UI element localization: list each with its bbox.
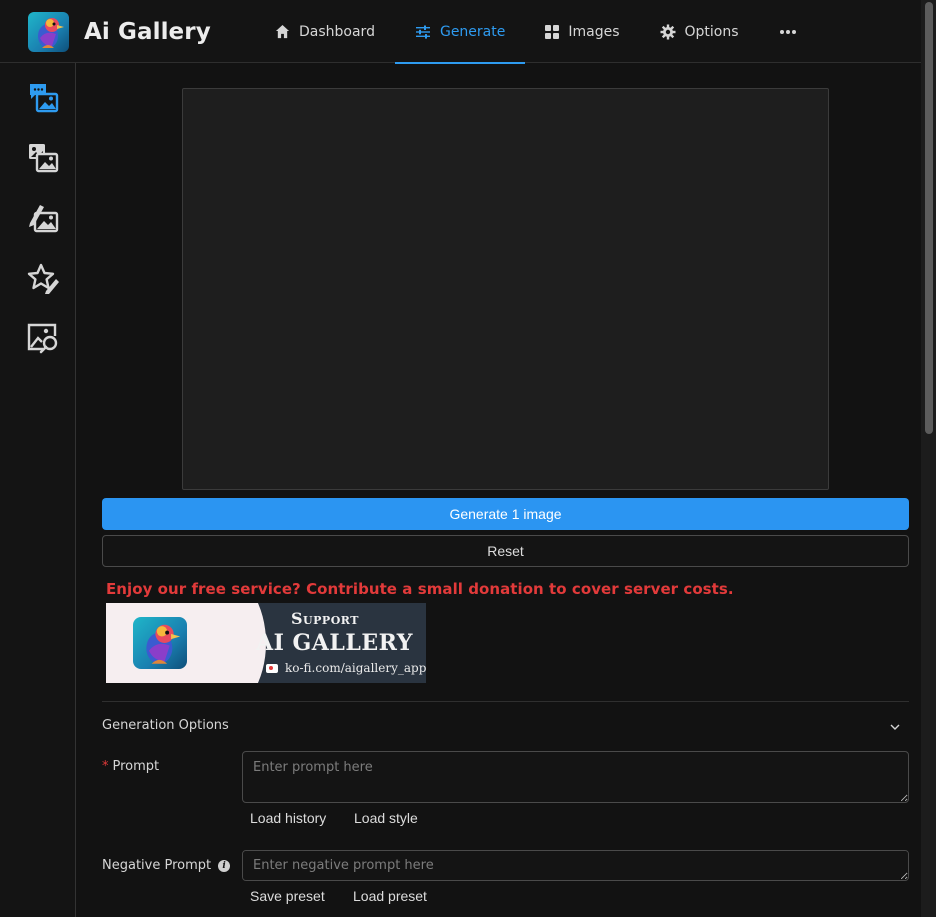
image-preview [182, 88, 829, 490]
load-preset-button[interactable]: Load preset [353, 888, 427, 904]
load-style-button[interactable]: Load style [354, 810, 418, 826]
sidebar-item-image-search[interactable] [26, 321, 60, 355]
banner-url-text: ko-fi.com/aigallery_app [285, 661, 426, 675]
generate-button[interactable]: Generate 1 image [102, 498, 909, 530]
prompt-label-text: Prompt [112, 759, 160, 774]
banner-logo [133, 617, 187, 669]
negative-prompt-label: Negative Prompt i [102, 858, 231, 873]
image-to-image-icon [29, 144, 59, 173]
top-header: Ai Gallery Dashboard Generate Images Opt… [0, 0, 921, 64]
banner-title: AI GALLERY [256, 630, 413, 656]
reset-button[interactable]: Reset [102, 535, 909, 567]
main-nav: Dashboard Generate Images Options [255, 0, 826, 64]
nav-images-label: Images [568, 23, 620, 40]
nav-more[interactable] [759, 0, 826, 63]
prompt-input[interactable] [242, 751, 909, 803]
nav-dashboard-label: Dashboard [299, 23, 375, 40]
save-preset-button[interactable]: Save preset [250, 888, 325, 904]
gear-icon [660, 24, 675, 39]
sidebar-item-image-edit[interactable] [26, 201, 60, 235]
more-horizontal-icon [779, 29, 796, 34]
nav-dashboard[interactable]: Dashboard [255, 0, 395, 63]
sidebar-item-text-to-image[interactable] [26, 81, 60, 115]
sliders-icon [415, 25, 430, 39]
sidebar-item-image-to-image[interactable] [26, 141, 60, 175]
kofi-cup-icon [266, 663, 278, 673]
banner-url: ko-fi.com/aigallery_app [266, 661, 426, 675]
image-search-icon [27, 323, 58, 354]
generation-options-title[interactable]: Generation Options [102, 718, 229, 733]
banner-support-text: Support [291, 609, 359, 628]
load-history-button[interactable]: Load history [250, 810, 326, 826]
image-edit-icon [29, 205, 59, 233]
home-icon [275, 24, 290, 39]
negative-prompt-input[interactable] [242, 850, 909, 881]
section-divider [102, 701, 909, 702]
app-title: Ai Gallery [84, 19, 211, 45]
app-logo [28, 12, 69, 52]
sidebar-item-favorites[interactable] [26, 261, 60, 295]
nav-images[interactable]: Images [525, 0, 639, 63]
banner-curve [176, 603, 266, 683]
nav-options[interactable]: Options [640, 0, 759, 63]
negative-prompt-label-text: Negative Prompt [102, 858, 212, 873]
app-window: Ai Gallery Dashboard Generate Images Opt… [0, 0, 936, 917]
grid-icon [545, 24, 560, 39]
scrollbar[interactable] [921, 0, 936, 917]
info-icon[interactable]: i [218, 859, 231, 872]
required-mark: * [102, 759, 109, 774]
nav-generate-label: Generate [439, 23, 506, 40]
donation-message: Enjoy our free service? Contribute a sma… [106, 580, 734, 598]
prompt-label: * Prompt [102, 759, 159, 774]
brand[interactable]: Ai Gallery [28, 12, 211, 52]
chevron-down-icon[interactable] [888, 720, 902, 734]
scrollbar-thumb[interactable] [925, 2, 933, 434]
star-edit-icon [27, 263, 59, 294]
nav-options-label: Options [684, 23, 739, 40]
text-to-image-icon [30, 84, 59, 113]
kofi-support-banner[interactable]: Support AI GALLERY ko-fi.com/aigallery_a… [106, 603, 426, 683]
sidebar [0, 63, 76, 917]
nav-generate[interactable]: Generate [394, 0, 526, 64]
